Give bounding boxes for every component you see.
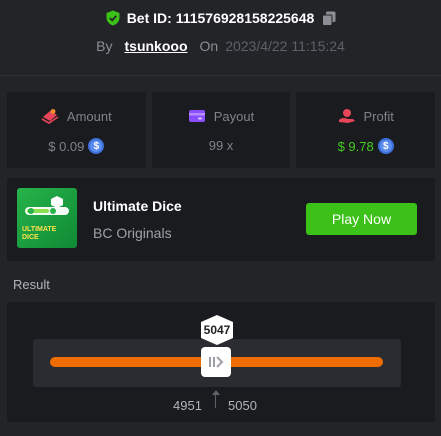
range-high: 5050: [228, 398, 257, 413]
verified-shield-icon: [106, 10, 120, 26]
amount-value: $ 0.09: [48, 138, 85, 154]
username-link[interactable]: tsunkooo: [125, 38, 188, 54]
payout-label: Payout: [213, 108, 255, 124]
slider-grip-icon: [209, 356, 224, 368]
thumb-title-line2: DICE: [22, 234, 39, 241]
by-label: By: [96, 38, 113, 54]
result-heading: Result: [13, 277, 50, 292]
result-panel: 5047 4951 5050: [7, 302, 435, 422]
range-low: 4951: [173, 398, 202, 413]
play-now-button[interactable]: Play Now: [306, 203, 417, 235]
profit-value: $ 9.78: [337, 138, 374, 154]
payout-value-row: 99 x: [209, 138, 234, 153]
profit-value-row: $ 9.78 $: [338, 138, 394, 154]
money-stack-icon: [41, 109, 59, 124]
profit-label-row: Profit: [338, 108, 394, 124]
author-row: By tsunkooo On 2023/4/22 11:15:24: [0, 38, 441, 54]
bet-id-text: Bet ID: 111576928158225648: [126, 10, 315, 26]
game-provider: BC Originals: [93, 225, 172, 241]
bet-header: Bet ID: 111576928158225648 By tsunkooo O…: [0, 0, 441, 70]
slider-handle: [201, 347, 231, 377]
wallet-icon: [188, 110, 205, 122]
profit-label: Profit: [363, 108, 394, 124]
profit-icon: [338, 109, 355, 123]
stat-payout: Payout 99 x: [151, 92, 291, 168]
amount-value-row: $ 0.09 $: [48, 138, 105, 154]
game-card: ULTIMATE DICE Ultimate Dice BC Originals…: [7, 178, 435, 261]
coin-icon: $: [88, 138, 105, 154]
bet-timestamp: 2023/4/22 11:15:24: [225, 38, 345, 54]
copy-icon[interactable]: [322, 11, 336, 26]
on-label: On: [199, 38, 219, 54]
payout-value: 99 x: [208, 138, 234, 153]
header-divider: [0, 75, 441, 76]
rolled-number: 5047: [203, 323, 231, 337]
game-title[interactable]: Ultimate Dice: [93, 198, 182, 214]
thumb-title-line1: ULTIMATE: [22, 226, 57, 233]
game-thumbnail[interactable]: ULTIMATE DICE: [17, 188, 77, 248]
range-pointer-head: [212, 390, 220, 395]
bet-id-row: Bet ID: 111576928158225648: [0, 10, 441, 26]
range-pointer: [215, 392, 216, 408]
amount-label: Amount: [66, 108, 112, 124]
coin-icon: $: [377, 138, 394, 154]
stat-amount: Amount $ 0.09 $: [7, 92, 146, 168]
payout-label-row: Payout: [188, 108, 254, 124]
thumb-title: ULTIMATE DICE: [22, 226, 56, 242]
stat-profit: Profit $ 9.78 $: [296, 92, 436, 168]
amount-label-row: Amount: [41, 108, 112, 124]
bet-stats: Amount $ 0.09 $ Payout 99 x Profit $ 9.7…: [7, 92, 436, 168]
